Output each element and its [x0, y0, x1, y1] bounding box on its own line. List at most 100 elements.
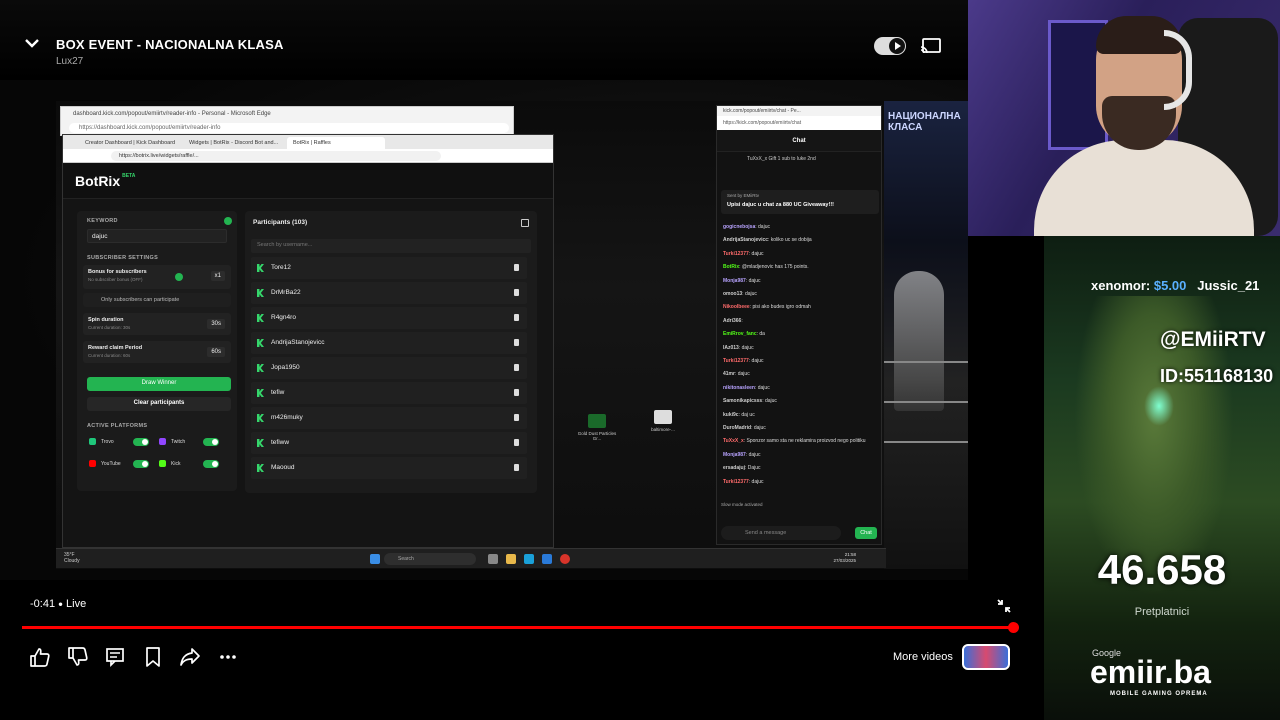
botrix-browser-window[interactable]: Creator Dashboard | Kick Dashboard Widge… [62, 134, 554, 548]
chat-message[interactable]: kuki9c: daj uc [723, 412, 755, 418]
opera-icon[interactable] [560, 554, 570, 564]
start-icon[interactable] [370, 554, 380, 564]
save-icon[interactable] [142, 646, 166, 668]
chat-message[interactable]: Adri366: [723, 318, 743, 324]
platform-toggle[interactable] [203, 438, 219, 446]
chat-username[interactable]: Turki12377 [723, 479, 749, 485]
chat-message[interactable]: gogicnebojsa: dajuc [723, 224, 770, 230]
taskbar-clock[interactable]: 21:58 27/03/2025 [833, 552, 856, 564]
chat-message-input[interactable]: Send a message [721, 526, 841, 540]
participant-row[interactable]: tefiww [251, 432, 527, 454]
desktop-icon[interactable]: Gold Dust Particles Gr... [577, 414, 617, 441]
chat-message[interactable]: IAz013: dajuc [723, 345, 754, 351]
chat-message[interactable]: BotRix: @mladjenovic has 175 points. [723, 264, 809, 270]
platform-toggle[interactable] [133, 460, 149, 468]
clear-participants-button[interactable]: Clear participants [87, 397, 231, 411]
tab-creator-dashboard[interactable]: Creator Dashboard | Kick Dashboard [79, 137, 179, 149]
weather-widget[interactable]: 35°F Cloudy [64, 552, 80, 564]
chat-username[interactable]: DuroMadrid [723, 425, 751, 431]
participant-row[interactable]: tefiw [251, 382, 527, 404]
delete-icon[interactable] [514, 464, 519, 471]
progress-bar[interactable] [22, 622, 1019, 633]
tab-botrix-raffles[interactable]: BotRix | Raffles [287, 137, 385, 149]
delete-icon[interactable] [514, 389, 519, 396]
channel-name[interactable]: Lux27 [56, 56, 83, 67]
chat-message[interactable]: EmiRrov_fanc: da [723, 331, 765, 337]
chat-username[interactable]: EmiRrov_fanc [723, 331, 757, 337]
delete-icon[interactable] [514, 339, 519, 346]
autoplay-toggle[interactable] [874, 37, 906, 55]
participant-search-input[interactable]: Search by username... [251, 239, 531, 253]
more-videos-label[interactable]: More videos [893, 651, 953, 663]
participant-row[interactable]: DrMrBa22 [251, 282, 527, 304]
spin-select[interactable]: 30s [207, 319, 225, 329]
platform-twitch[interactable]: Twitch [157, 435, 221, 449]
chat-message[interactable]: AndrijaStanojevicc: koliko uc se dobija [723, 237, 812, 243]
only-subs-option[interactable]: Only subscribers can participate [83, 293, 231, 307]
bonus-setting[interactable]: Bonus for subscribers No subscriber bonu… [83, 265, 231, 289]
chat-username[interactable]: Nikoolbeee [723, 304, 750, 310]
share-icon[interactable] [178, 646, 202, 668]
chevron-down-icon[interactable] [22, 36, 42, 52]
participant-row[interactable]: m426muky [251, 407, 527, 429]
edge-icon[interactable] [524, 554, 534, 564]
comments-icon[interactable] [104, 646, 128, 668]
scrubber-handle[interactable] [1008, 622, 1019, 633]
reward-select[interactable]: 60s [207, 347, 225, 357]
pinned-message[interactable]: Sent by EMiiRtv Upisi dajuc u chat za 88… [721, 190, 879, 214]
chat-username[interactable]: Monja987 [723, 278, 746, 284]
chat-username[interactable]: IAz013 [723, 345, 739, 351]
dislike-icon[interactable] [66, 646, 90, 668]
exit-fullscreen-icon[interactable] [996, 598, 1012, 614]
reward-period-setting[interactable]: Reward claim Period Current duration: 60… [83, 341, 231, 363]
chat-username[interactable]: gogicnebojsa [723, 224, 755, 230]
chat-username[interactable]: Monja987 [723, 452, 746, 458]
chat-username[interactable]: Turki12377 [723, 251, 749, 257]
chat-message[interactable]: TuXxX_x: Sponzor samo sta ne reklamira p… [723, 438, 865, 444]
address-bar[interactable]: https://botrix.live/widgets/raffle/... [111, 151, 441, 161]
chat-username[interactable]: 41mr [723, 371, 735, 377]
delete-icon[interactable] [514, 314, 519, 321]
participant-row[interactable]: Maooud [251, 457, 527, 479]
chat-username[interactable]: omoo13 [723, 291, 742, 297]
chat-send-button[interactable]: Chat [855, 527, 877, 539]
chat-username[interactable]: Adri366 [723, 318, 741, 324]
chat-message[interactable]: Turki12377: dajuc [723, 251, 764, 257]
chat-username[interactable]: TuXxX_x [723, 438, 744, 444]
botrix-logo[interactable]: BotRix BETA [75, 173, 135, 189]
chat-message[interactable]: Samonikapicsss: dajuc [723, 398, 777, 404]
chat-message[interactable]: nikitonasleen: dajuc [723, 385, 770, 391]
bonus-select[interactable]: x1 [210, 271, 225, 281]
delete-icon[interactable] [514, 289, 519, 296]
file-explorer-icon[interactable] [506, 554, 516, 564]
task-view-icon[interactable] [488, 554, 498, 564]
info-icon[interactable] [224, 217, 232, 225]
participant-row[interactable]: Tore12 [251, 257, 527, 279]
chat-username[interactable]: nikitonasleen [723, 385, 755, 391]
like-icon[interactable] [28, 646, 52, 668]
cast-icon[interactable] [920, 38, 942, 54]
chat-username[interactable]: Turki12377 [723, 358, 749, 364]
delete-icon[interactable] [514, 364, 519, 371]
toggle-icon[interactable] [175, 273, 183, 281]
chat-message[interactable]: Monja987: dajuc [723, 452, 761, 458]
delete-icon[interactable] [514, 439, 519, 446]
chat-username[interactable]: ersadajuj [723, 465, 745, 471]
chat-message[interactable]: Nikoolbeee: pisi ako budes igro odmah [723, 304, 811, 310]
spin-duration-setting[interactable]: Spin duration Current duration: 30s 30s [83, 313, 231, 335]
platform-toggle[interactable] [203, 460, 219, 468]
platform-youtube[interactable]: YouTube [87, 457, 151, 471]
chat-username[interactable]: kuki9c [723, 412, 739, 418]
keyword-input[interactable]: dajuc [87, 229, 227, 243]
platform-trovo[interactable]: Trovo [87, 435, 151, 449]
copy-icon[interactable] [521, 219, 529, 227]
chat-username[interactable]: AndrijaStanojevicc [723, 237, 768, 243]
chat-username[interactable]: Samonikapicsss [723, 398, 762, 404]
chat-message[interactable]: Monja987: dajuc [723, 278, 761, 284]
live-label[interactable]: Live [66, 598, 86, 610]
chat-message[interactable]: DuroMadrid: dajuc [723, 425, 766, 431]
chat-message[interactable]: Turki12377: dajuc [723, 358, 764, 364]
delete-icon[interactable] [514, 264, 519, 271]
draw-winner-button[interactable]: Draw Winner [87, 377, 231, 391]
participant-row[interactable]: R4gn4ro [251, 307, 527, 329]
